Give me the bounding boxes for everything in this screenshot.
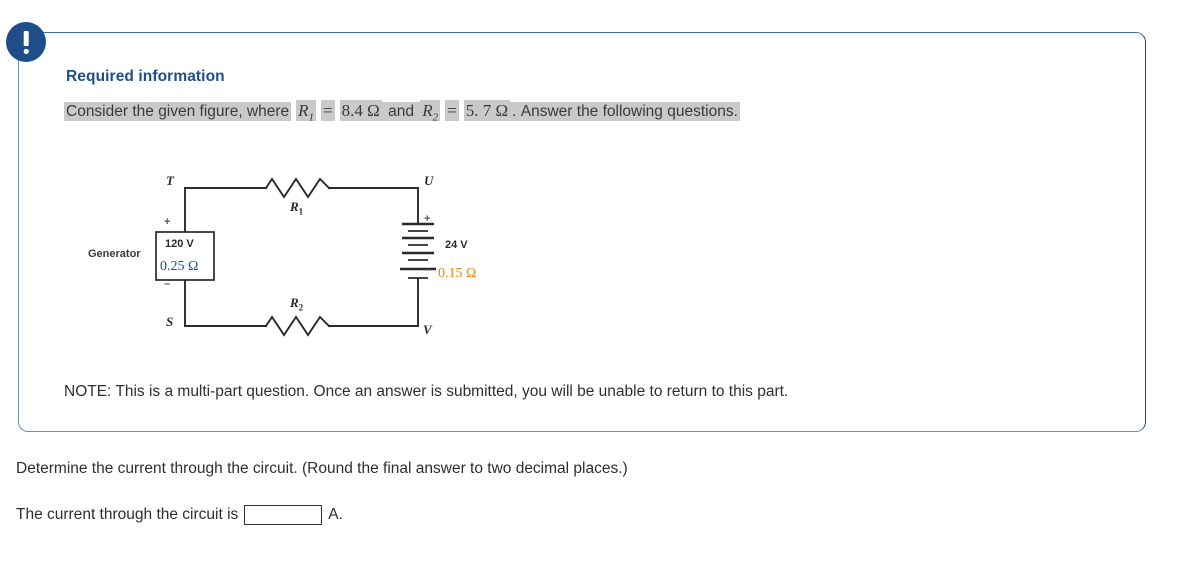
problem-statement: Consider the given figure, where R1 = 8.4 Ω… bbox=[64, 100, 740, 125]
node-label-s: S bbox=[166, 314, 174, 329]
battery-resistance: 0.15 Ω bbox=[438, 266, 477, 281]
equals-sign-1: = bbox=[321, 100, 335, 121]
generator-voltage: 120 V bbox=[165, 238, 194, 250]
generator-minus-terminal: – bbox=[164, 278, 171, 290]
answer-row: The current through the circuit is A. bbox=[16, 505, 343, 525]
answer-unit-label: A. bbox=[328, 506, 343, 523]
resistor-label-r2: R2 bbox=[290, 295, 304, 313]
alert-exclamation-icon bbox=[6, 22, 46, 62]
r1-value: 8.4 Ω bbox=[339, 100, 382, 121]
resistor-r2-zigzag bbox=[264, 315, 331, 337]
battery-symbol bbox=[400, 222, 436, 289]
multipart-note: NOTE: This is a multi-part question. Onc… bbox=[64, 383, 789, 400]
statement-lead: Consider the given figure, where bbox=[64, 102, 292, 121]
statement-tail: . Answer the following questions. bbox=[510, 102, 740, 121]
required-information-title: Required information bbox=[66, 68, 225, 85]
answer-prefix-label: The current through the circuit is bbox=[16, 506, 239, 523]
generator-resistance: 0.25 Ω bbox=[160, 259, 199, 274]
r2-symbol: R2 bbox=[420, 100, 441, 124]
resistor-r1-zigzag bbox=[264, 177, 331, 199]
r1-symbol: R1 bbox=[296, 100, 317, 124]
circuit-diagram: T U S V R1 R2 Generator + – 120 V 0.25 Ω… bbox=[88, 166, 498, 356]
node-label-t: T bbox=[166, 173, 174, 188]
battery-minus-terminal: – bbox=[425, 264, 432, 276]
exclamation-stem bbox=[23, 31, 29, 46]
resistor-label-r1: R1 bbox=[290, 199, 304, 217]
exclamation-dot bbox=[23, 49, 29, 54]
battery-voltage: 24 V bbox=[445, 239, 468, 251]
current-answer-input[interactable] bbox=[244, 505, 323, 525]
generator-label: Generator bbox=[88, 248, 141, 260]
equals-sign-2: = bbox=[445, 100, 459, 121]
statement-conjunction: and bbox=[381, 102, 421, 121]
battery-plus-terminal: + bbox=[424, 213, 431, 225]
node-label-v: V bbox=[423, 322, 432, 337]
node-label-u: U bbox=[424, 173, 434, 188]
r2-value: 5. 7 Ω bbox=[463, 100, 511, 121]
generator-plus-terminal: + bbox=[164, 216, 171, 228]
question-prompt: Determine the current through the circui… bbox=[16, 460, 628, 477]
